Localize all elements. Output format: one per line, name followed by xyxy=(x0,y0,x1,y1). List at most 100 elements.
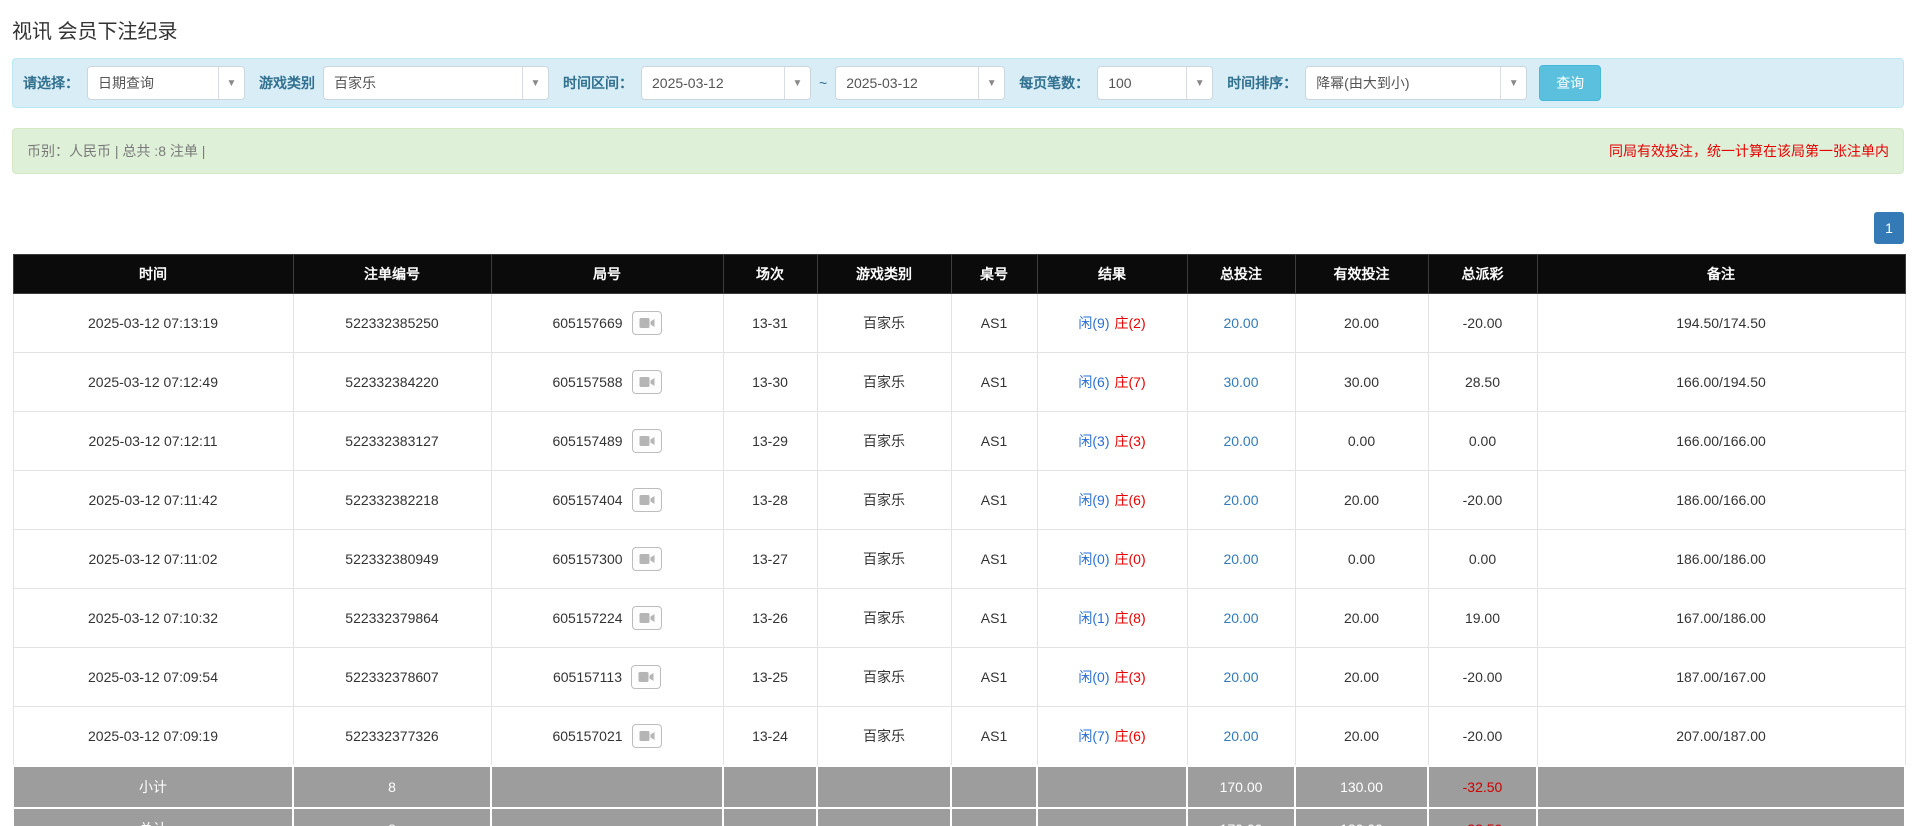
total-total-bet: 170.00 xyxy=(1186,807,1296,826)
subtotal-valid-bet: 130.00 xyxy=(1294,765,1429,809)
chevron-down-icon[interactable]: ▼ xyxy=(1500,67,1527,99)
total-bet-link[interactable]: 20.00 xyxy=(1223,610,1258,626)
result-banker: 庄(3) xyxy=(1114,669,1146,685)
video-replay-button[interactable] xyxy=(631,547,662,571)
query-type-label: 请选择： xyxy=(23,75,79,91)
cell-session: 13-25 xyxy=(722,647,818,707)
cell-valid-bet: 20.00 xyxy=(1294,706,1429,767)
header-game-type: 游戏类别 xyxy=(816,254,952,294)
sort-label: 时间排序： xyxy=(1227,75,1298,91)
table-row: 2025-03-12 07:09:54 522332378607 6051571… xyxy=(12,647,1906,707)
cell-table-no: AS1 xyxy=(950,529,1038,589)
total-bet-link[interactable]: 20.00 xyxy=(1223,492,1258,508)
total-label: 总计 xyxy=(12,807,294,826)
header-remark: 备注 xyxy=(1536,254,1906,294)
result-player: 闲(0) xyxy=(1078,669,1110,685)
result-player: 闲(7) xyxy=(1078,728,1110,744)
subtotal-label: 小计 xyxy=(12,765,294,809)
video-camera-icon xyxy=(639,436,655,446)
cell-result: 闲(6) 庄(7) xyxy=(1036,352,1188,412)
total-bet-link[interactable]: 20.00 xyxy=(1223,315,1258,331)
date-range-tilde: ~ xyxy=(819,75,828,91)
result-player: 闲(9) xyxy=(1078,492,1110,508)
chevron-down-icon[interactable]: ▼ xyxy=(978,67,1005,99)
cell-remark: 187.00/167.00 xyxy=(1536,647,1906,707)
total-bet-link[interactable]: 20.00 xyxy=(1223,728,1258,744)
total-bet-link[interactable]: 20.00 xyxy=(1223,669,1258,685)
page-button-1[interactable]: 1 xyxy=(1874,212,1904,244)
cell-session: 13-30 xyxy=(722,352,818,412)
video-replay-button[interactable] xyxy=(631,311,662,335)
round-number: 605157588 xyxy=(552,374,623,390)
cell-result: 闲(9) 庄(2) xyxy=(1036,293,1188,353)
sort-select[interactable]: 降幂(由大到小) ▼ xyxy=(1305,66,1528,100)
chevron-down-icon[interactable]: ▼ xyxy=(522,67,548,99)
header-bet-id: 注单编号 xyxy=(292,254,492,294)
video-replay-button[interactable] xyxy=(631,429,662,453)
page-size-select[interactable]: 100 ▼ xyxy=(1097,66,1214,100)
video-replay-button[interactable] xyxy=(631,488,662,512)
round-number: 605157669 xyxy=(552,315,623,331)
video-camera-icon xyxy=(639,377,655,387)
round-number: 605157300 xyxy=(552,551,623,567)
total-bet-link[interactable]: 30.00 xyxy=(1223,374,1258,390)
chevron-down-icon[interactable]: ▼ xyxy=(218,67,244,99)
cell-bet-id: 522332383127 xyxy=(292,411,492,471)
cell-game-type: 百家乐 xyxy=(816,352,952,412)
cell-result: 闲(0) 庄(0) xyxy=(1036,529,1188,589)
cell-result: 闲(3) 庄(3) xyxy=(1036,411,1188,471)
result-banker: 庄(0) xyxy=(1114,551,1146,567)
cell-game-type: 百家乐 xyxy=(816,293,952,353)
cell-time: 2025-03-12 07:12:11 xyxy=(12,411,294,471)
cell-bet-id: 522332377326 xyxy=(292,706,492,767)
cell-payout: 28.50 xyxy=(1427,352,1538,412)
total-bet-link[interactable]: 20.00 xyxy=(1223,433,1258,449)
video-camera-icon xyxy=(639,318,655,328)
cell-session: 13-29 xyxy=(722,411,818,471)
total-row: 总计 8 170.00 130.00 -32.50 xyxy=(12,807,1906,826)
cell-remark: 186.00/166.00 xyxy=(1536,470,1906,530)
result-banker: 庄(8) xyxy=(1114,610,1146,626)
date-to-select[interactable]: 2025-03-12 ▼ xyxy=(835,66,1006,100)
subtotal-payout: -32.50 xyxy=(1427,765,1538,809)
video-replay-button[interactable] xyxy=(631,665,662,689)
cell-session: 13-24 xyxy=(722,706,818,767)
cell-time: 2025-03-12 07:09:54 xyxy=(12,647,294,707)
summary-notice: 同局有效投注，统一计算在该局第一张注单内 xyxy=(1609,143,1889,159)
date-from-value: 2025-03-12 xyxy=(652,75,724,91)
cell-total-bet: 20.00 xyxy=(1186,411,1296,471)
date-to-value: 2025-03-12 xyxy=(846,75,918,91)
cell-round: 605157588 xyxy=(490,352,724,412)
chevron-down-icon[interactable]: ▼ xyxy=(1186,67,1213,99)
video-replay-button[interactable] xyxy=(631,606,662,630)
search-button[interactable]: 查询 xyxy=(1539,65,1602,101)
query-type-select[interactable]: 日期查询 ▼ xyxy=(87,66,245,100)
table-footer: 小计 8 170.00 130.00 -32.50 总计 8 xyxy=(12,765,1906,826)
total-bet-link[interactable]: 20.00 xyxy=(1223,551,1258,567)
cell-bet-id: 522332384220 xyxy=(292,352,492,412)
cell-time: 2025-03-12 07:10:32 xyxy=(12,588,294,648)
date-from-select[interactable]: 2025-03-12 ▼ xyxy=(641,66,811,100)
table-row: 2025-03-12 07:12:11 522332383127 6051574… xyxy=(12,411,1906,471)
cell-session: 13-26 xyxy=(722,588,818,648)
result-player: 闲(1) xyxy=(1078,610,1110,626)
cell-payout: -20.00 xyxy=(1427,470,1538,530)
cell-payout: 19.00 xyxy=(1427,588,1538,648)
round-number: 605157404 xyxy=(552,492,623,508)
page-title: 视讯 会员下注纪录 xyxy=(12,21,178,43)
cell-total-bet: 30.00 xyxy=(1186,352,1296,412)
cell-total-bet: 20.00 xyxy=(1186,706,1296,767)
video-replay-button[interactable] xyxy=(631,370,662,394)
result-player: 闲(9) xyxy=(1078,315,1110,331)
chevron-down-icon[interactable]: ▼ xyxy=(784,67,810,99)
cell-session: 13-31 xyxy=(722,293,818,353)
summary-bar: 币别：人民币 | 总共 :8 注单 | 同局有效投注，统一计算在该局第一张注单内 xyxy=(12,128,1904,174)
cell-valid-bet: 20.00 xyxy=(1294,293,1429,353)
cell-time: 2025-03-12 07:11:02 xyxy=(12,529,294,589)
game-type-select[interactable]: 百家乐 ▼ xyxy=(323,66,549,100)
video-replay-button[interactable] xyxy=(631,724,662,748)
date-range-label: 时间区间： xyxy=(563,75,633,91)
cell-payout: 0.00 xyxy=(1427,529,1538,589)
cell-result: 闲(7) 庄(6) xyxy=(1036,706,1188,767)
page-container: 视讯 会员下注纪录 请选择： 日期查询 ▼ 游戏类别 百家乐 ▼ 时间区间： 2… xyxy=(0,0,1916,826)
